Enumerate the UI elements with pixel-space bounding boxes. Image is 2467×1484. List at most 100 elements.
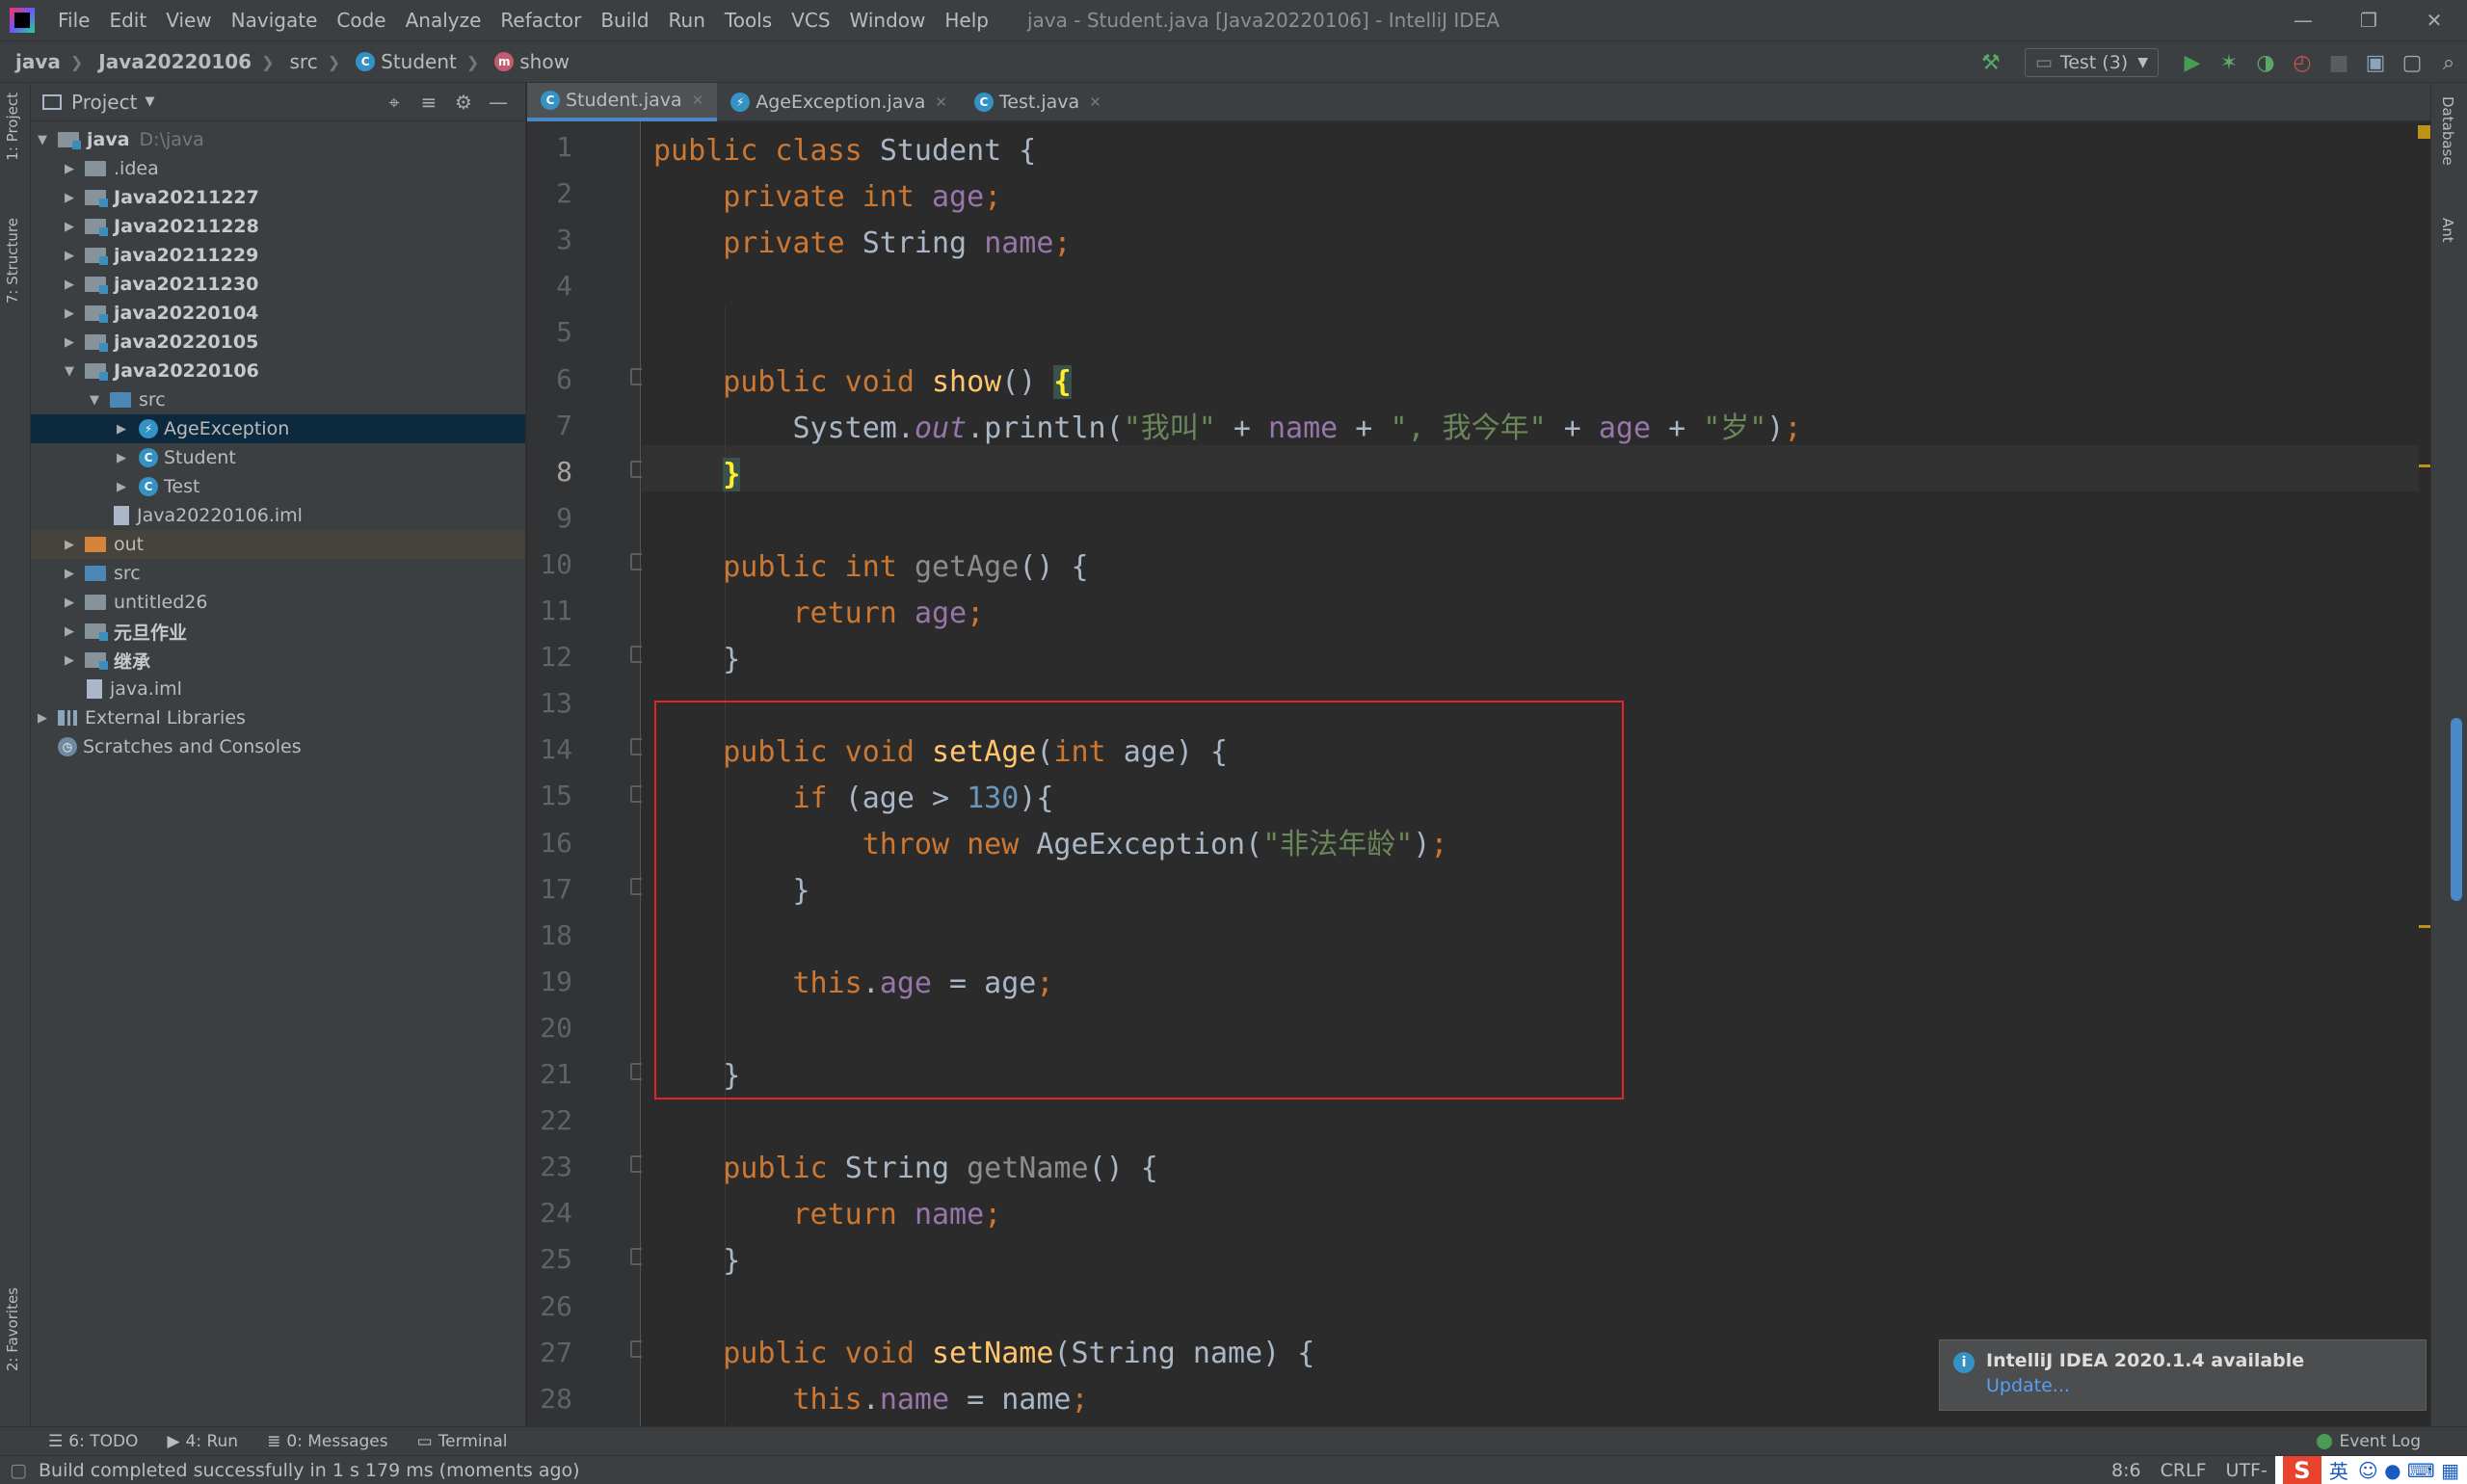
tree-item-java-iml[interactable]: java.iml [31,675,525,703]
collapse-all-icon[interactable]: ≡ [411,91,446,114]
tree-item-src[interactable]: ▼ src [31,385,525,414]
minimize-icon[interactable]: — [2270,0,2336,40]
tree-item-external-libraries[interactable]: ▶ External Libraries [31,703,525,732]
tree-item-java20211228[interactable]: ▶ Java20211228 [31,212,525,241]
tree-item-java20220105[interactable]: ▶ java20220105 [31,328,525,357]
breadcrumb-module[interactable]: Java20220106 ❯ [83,50,274,73]
editor-scrollbar-track[interactable] [2419,121,2430,1426]
profile-icon[interactable]: ◴ [2284,44,2321,81]
source-folder-icon [110,392,131,408]
breadcrumb-project[interactable]: java ❯ [0,50,83,73]
code-line-10: public int getAge() { [723,550,1089,584]
status-panel-icon[interactable]: ▢ [10,1460,27,1481]
tab-favorites[interactable]: 2: Favorites [4,1287,21,1371]
exception-class-icon: ⚡ [139,419,158,438]
locate-icon[interactable]: ⌖ [377,91,411,114]
stop-icon[interactable]: ■ [2321,44,2357,81]
menu-run[interactable]: Run [659,9,715,32]
tree-item-java20211230[interactable]: ▶ java20211230 [31,270,525,299]
breadcrumb-folder[interactable]: src ❯ [275,50,341,73]
close-tab-icon[interactable]: ✕ [935,93,947,111]
tab-project[interactable]: 1: Project [4,93,21,161]
build-hammer-icon[interactable]: ⚒ [1973,44,2009,81]
scrollbar-thumb[interactable] [2451,718,2462,901]
line-separator[interactable]: CRLF [2161,1460,2207,1481]
tab-run[interactable]: ▶ 4: Run [138,1432,238,1451]
tab-ant[interactable]: Ant [2439,218,2456,243]
left-tool-stripe: 1: Project 7: Structure 2: Favorites [0,83,31,1426]
menu-view[interactable]: View [156,9,221,32]
gear-icon[interactable]: ⚙ [446,91,481,114]
tree-item-java20211227[interactable]: ▶ Java20211227 [31,183,525,212]
inspection-warning-icon[interactable] [2418,125,2431,139]
event-log-icon [2316,1433,2332,1449]
navigation-bar: java ❯ Java20220106 ❯ src ❯ C Student ❯ m show… [0,40,2467,83]
line-number: 22 [540,1104,572,1137]
tree-item-java20220106-iml[interactable]: Java20220106.iml [31,501,525,530]
tree-item-new-year-homework[interactable]: ▶ 元旦作业 [31,617,525,646]
tree-item-scratches[interactable]: ◷ Scratches and Consoles [31,732,525,761]
status-message[interactable]: Build completed successfully in 1 s 179 … [39,1460,580,1481]
info-icon: i [1953,1352,1975,1373]
coverage-icon[interactable]: ◑ [2247,44,2284,81]
update-link[interactable]: Update... [1986,1375,2412,1396]
menu-tools[interactable]: Tools [715,9,782,32]
tab-terminal[interactable]: ▭ Terminal [388,1432,508,1451]
tree-item-test[interactable]: ▶ C Test [31,472,525,501]
debug-icon[interactable]: ✶ [2211,44,2247,81]
chevron-right-icon: ❯ [465,52,480,71]
menu-build[interactable]: Build [591,9,658,32]
line-number: 16 [540,826,572,859]
tree-item-java20220106[interactable]: ▼ Java20220106 [31,357,525,385]
tree-item-student[interactable]: ▶ C Student [31,443,525,472]
tab-structure[interactable]: 7: Structure [4,218,21,304]
line-number: 9 [556,501,572,534]
menu-analyze[interactable]: Analyze [396,9,491,32]
tree-item-inheritance[interactable]: ▶ 继承 [31,646,525,675]
menu-file[interactable]: File [48,9,99,32]
tree-item-ageexception[interactable]: ▶ ⚡ AgeException [31,414,525,443]
event-log-button[interactable]: Event Log [2316,1432,2421,1451]
close-tab-icon[interactable]: ✕ [1089,93,1101,111]
caret-position[interactable]: 8:6 [2111,1460,2141,1481]
tree-item-idea[interactable]: ▶ .idea [31,154,525,183]
line-number: 7 [556,409,572,441]
tab-student-java[interactable]: C Student.java ✕ [527,83,718,121]
ime-toolbar[interactable]: S 英 ☺ ● ⌨ ▦ [2274,1455,2467,1484]
ime-tools-icon[interactable]: ☺ ● ⌨ ▦ [2358,1459,2459,1482]
project-structure-icon[interactable]: ▣ [2357,44,2394,81]
close-tab-icon[interactable]: ✕ [692,92,704,109]
menu-window[interactable]: Window [840,9,936,32]
breadcrumb-class[interactable]: C Student ❯ [340,50,479,73]
run-configuration-select[interactable]: ▭ Test (3) ▼ [2024,48,2159,77]
tree-item-untitled26[interactable]: ▶ untitled26 [31,588,525,617]
breadcrumb-method[interactable]: m show [479,50,570,73]
menu-vcs[interactable]: VCS [782,9,839,32]
hide-icon[interactable]: — [481,91,516,114]
restore-icon[interactable]: ❐ [2336,0,2401,40]
menu-help[interactable]: Help [935,9,998,32]
tree-item-java20211229[interactable]: ▶ java20211229 [31,241,525,270]
tab-todo[interactable]: ☰ 6: TODO [0,1432,138,1451]
tree-item-java20220104[interactable]: ▶ java20220104 [31,299,525,328]
menu-refactor[interactable]: Refactor [491,9,591,32]
menu-code[interactable]: Code [327,9,395,32]
search-icon[interactable]: ⌕ [2430,44,2467,81]
chevron-down-icon[interactable]: ▼ [145,94,154,109]
tree-item-root-src[interactable]: ▶ src [31,559,525,588]
tab-test-java[interactable]: C Test.java ✕ [961,83,1115,121]
code-line-27: public void setName(String name) { [723,1337,1315,1370]
tab-ageexception-java[interactable]: ⚡ AgeException.java ✕ [717,83,961,121]
run-icon[interactable]: ▶ [2174,44,2211,81]
project-view-title[interactable]: Project [71,91,137,114]
tab-messages[interactable]: ≣ 0: Messages [238,1432,388,1451]
close-icon[interactable]: ✕ [2401,0,2467,40]
frame-icon[interactable]: ▢ [2394,44,2430,81]
menu-navigate[interactable]: Navigate [222,9,328,32]
tree-item-java-root[interactable]: ▼ java D:\java [31,125,525,154]
menu-edit[interactable]: Edit [99,9,156,32]
tree-item-out[interactable]: ▶ out [31,530,525,559]
ime-language[interactable]: 英 [2329,1456,2348,1484]
file-encoding[interactable]: UTF- [2226,1460,2268,1481]
tab-database[interactable]: Database [2439,96,2456,166]
